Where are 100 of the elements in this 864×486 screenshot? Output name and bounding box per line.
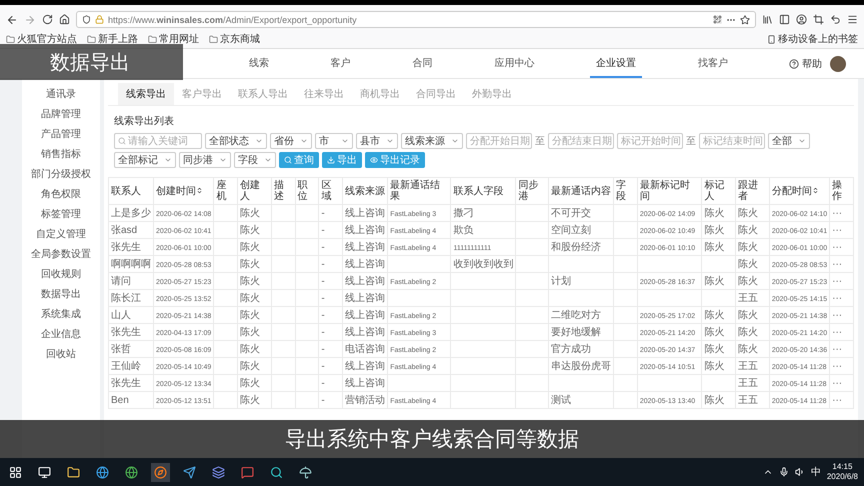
more-actions[interactable]: ··· — [830, 358, 854, 374]
select-field[interactable]: 字段 — [234, 152, 276, 168]
sidebar-item[interactable]: 通讯录 — [46, 85, 76, 105]
more-actions[interactable]: ··· — [830, 272, 854, 290]
select-field[interactable]: 省份 — [270, 133, 312, 149]
sidebar-item[interactable]: 产品管理 — [41, 125, 81, 145]
table-cell: 陈火 — [736, 340, 770, 358]
folder-icon — [6, 34, 15, 44]
undo-icon[interactable] — [830, 14, 841, 25]
sidebar-item[interactable]: 企业信息 — [41, 325, 81, 345]
more-actions[interactable]: ··· — [830, 306, 854, 324]
table-cell: 陈火 — [238, 306, 272, 324]
crop-icon[interactable] — [813, 14, 824, 25]
select-field[interactable]: 同步港 — [179, 152, 231, 168]
menu-icon[interactable] — [847, 14, 858, 25]
sidebar-item[interactable]: 部门分级授权 — [31, 165, 91, 185]
table-cell: 张哲 — [108, 340, 154, 358]
more-actions[interactable]: ··· — [830, 238, 854, 256]
bookmark-link[interactable]: 常用网址 — [159, 32, 199, 46]
select-field[interactable]: 全部 — [768, 133, 810, 149]
clock-time: 14:15 — [832, 462, 852, 472]
table-cell: 王五 — [736, 358, 770, 374]
column-header: 联系人字段 — [450, 178, 516, 204]
table-cell: 陈火 — [238, 324, 272, 340]
sort-icon[interactable] — [196, 186, 203, 194]
chevron-down-icon — [255, 137, 263, 145]
table-cell: - — [318, 204, 343, 222]
volume-icon[interactable] — [794, 467, 805, 477]
table-cell: 欺负 — [450, 222, 516, 238]
star-icon[interactable] — [740, 14, 750, 24]
table-cell: 测试 — [548, 392, 614, 408]
folder-icon — [87, 34, 96, 44]
nav-item[interactable]: 合同 — [406, 49, 439, 78]
table-cell: 不可开交 — [548, 204, 614, 222]
search-icon — [284, 156, 292, 164]
more-actions[interactable]: ··· — [830, 222, 854, 238]
chevron-down-icon — [341, 137, 349, 145]
column-header: 字段 — [614, 178, 638, 204]
more-actions[interactable]: ··· — [830, 340, 854, 358]
tab[interactable]: 线索导出 — [118, 83, 174, 105]
more-actions[interactable]: ··· — [830, 392, 854, 408]
bookmark-link[interactable]: 火狐官方站点 — [17, 32, 77, 46]
bookmark-link[interactable]: 新手上路 — [98, 32, 138, 46]
range-separator: 至 — [535, 135, 545, 148]
more-actions[interactable]: ··· — [830, 374, 854, 392]
table-cell: 陈火 — [238, 222, 272, 238]
table-cell: 线上咨询 — [342, 204, 388, 222]
sidebar-item[interactable]: 自定义管理 — [36, 225, 86, 245]
select-field[interactable]: 线索来源 — [401, 133, 463, 149]
more-actions[interactable]: ··· — [830, 204, 854, 222]
help-link[interactable]: 帮助 — [802, 56, 822, 70]
bookmark-link[interactable]: 移动设备上的书签 — [778, 32, 858, 46]
select-field[interactable]: 县市 — [356, 133, 398, 149]
sidebar-item[interactable]: 品牌管理 — [41, 105, 81, 125]
table-cell: - — [318, 272, 343, 290]
nav-item[interactable]: 应用中心 — [488, 49, 540, 78]
sidebar-item[interactable]: 标签管理 — [41, 205, 81, 225]
home-icon[interactable] — [59, 14, 70, 25]
sidebar-item[interactable]: 回收站 — [46, 345, 76, 365]
sidebar-item[interactable]: 销售指标 — [41, 145, 81, 165]
sidebar-item[interactable]: 数据导出 — [41, 285, 81, 305]
column-header: 操作 — [830, 178, 854, 204]
mic-icon[interactable] — [778, 467, 789, 477]
compass-icon[interactable] — [151, 462, 170, 482]
nav-item[interactable]: 线索 — [242, 49, 275, 78]
table-cell: 陈火 — [702, 324, 736, 340]
table-cell: 张先生 — [108, 374, 154, 392]
table-cell: 陈火 — [702, 392, 736, 408]
url-field[interactable]: https://www.wininsales.com/Admin/Export/export_opportunity — [76, 11, 756, 28]
column-header: 创建时间 — [154, 178, 214, 204]
more-actions[interactable]: ··· — [830, 256, 854, 272]
search-icon — [118, 137, 126, 145]
bookmark-link[interactable]: 京东商城 — [220, 32, 260, 46]
library-icon[interactable] — [762, 14, 773, 25]
more-actions[interactable]: ··· — [830, 290, 854, 306]
column-header: 同步港 — [516, 178, 549, 204]
phone-icon — [767, 34, 776, 44]
nav-item[interactable]: 找客户 — [692, 49, 734, 78]
sidebar-item[interactable]: 回收规则 — [41, 265, 81, 285]
select-field[interactable]: 全部标记 — [114, 152, 176, 168]
sidebar-item[interactable]: 角色权限 — [41, 185, 81, 205]
sort-icon[interactable] — [812, 186, 819, 194]
reload-icon[interactable] — [42, 14, 53, 25]
account-icon[interactable] — [796, 14, 807, 25]
column-header: 描述 — [271, 178, 296, 204]
more-actions[interactable]: ··· — [830, 324, 854, 340]
select-field[interactable]: 全部状态 — [205, 133, 267, 149]
qr-code-icon[interactable] — [713, 15, 722, 24]
sidebar-item[interactable]: 全局参数设置 — [31, 245, 91, 265]
avatar[interactable] — [830, 56, 846, 72]
table-cell: 官方成功 — [548, 340, 614, 358]
folder-icon — [209, 34, 218, 44]
nav-item[interactable]: 客户 — [324, 49, 357, 78]
sidebar-icon[interactable] — [779, 14, 790, 25]
table-cell: - — [318, 374, 343, 392]
select-field[interactable]: 市 — [315, 133, 353, 149]
ime-indicator[interactable]: 中 — [810, 465, 821, 479]
sidebar-item[interactable]: 系统集成 — [41, 305, 81, 325]
back-icon[interactable] — [6, 14, 18, 26]
table-cell: - — [318, 358, 343, 374]
